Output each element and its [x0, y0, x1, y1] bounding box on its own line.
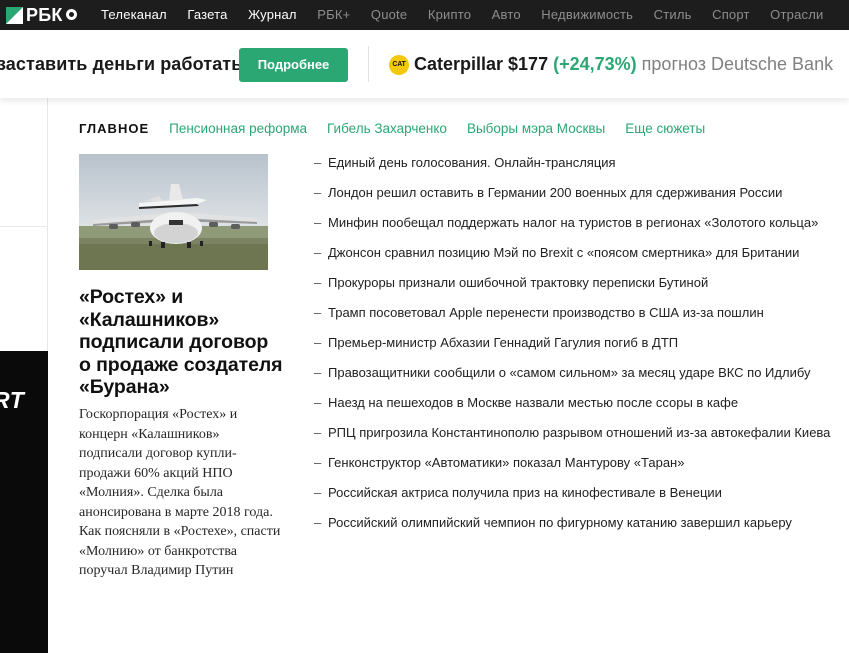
news-list-item[interactable]: – Единый день голосования. Онлайн-трансля…: [314, 153, 834, 173]
lead-story-title[interactable]: «Ростех» и «Калашников» подписали догово…: [79, 286, 284, 399]
list-dash: –: [314, 245, 322, 260]
list-dash: –: [314, 215, 322, 230]
lead-story-photo[interactable]: [79, 154, 268, 270]
logo-text: РБК: [26, 5, 63, 25]
news-list-item[interactable]: – Трамп посоветовал Apple перенести произ…: [314, 303, 834, 323]
news-headline[interactable]: РПЦ пригрозила Константинополю разрывом …: [328, 425, 830, 440]
caterpillar-logo-icon: CAT: [389, 55, 409, 75]
ticker-name: Caterpillar $177: [414, 54, 549, 74]
list-dash: –: [314, 365, 322, 380]
list-dash: –: [314, 395, 322, 410]
list-dash: –: [314, 305, 322, 320]
list-dash: –: [314, 155, 322, 170]
news-list-item[interactable]: – Минфин пообещал поддержать налог на тур…: [314, 213, 834, 233]
list-dash: –: [314, 485, 322, 500]
news-headline[interactable]: Российский олимпийский чемпион по фигурн…: [328, 515, 792, 530]
news-list-item[interactable]: – Прокуроры признали ошибочной трактовку …: [314, 273, 834, 293]
news-list-item[interactable]: – РПЦ пригрозила Константинополю разрывом…: [314, 423, 834, 443]
news-headline[interactable]: Трамп посоветовал Apple перенести произв…: [328, 305, 764, 320]
list-dash: –: [314, 425, 322, 440]
list-dash: –: [314, 455, 322, 470]
banner-divider: [368, 46, 369, 82]
ticker-forecast: прогноз Deutsche Bank: [641, 54, 834, 74]
nav-item[interactable]: Спорт: [712, 0, 750, 30]
news-list-item[interactable]: – Генконструктор «Автоматики» показал Ман…: [314, 453, 834, 473]
left-promo-block[interactable]: RT: [0, 351, 48, 653]
topic-link-pension[interactable]: Пенсионная реформа: [169, 114, 307, 144]
banner-text: заставить деньги работать: [0, 54, 243, 74]
news-headline[interactable]: Премьер-министр Абхазии Геннадий Гагулия…: [328, 335, 678, 350]
news-list-item[interactable]: – Правозащитники сообщили о «самом сильно…: [314, 363, 834, 383]
top-navigation-bar: РБК Телеканал Газета Журнал РБК+ Quote Крипто…: [0, 0, 849, 30]
news-headline[interactable]: Прокуроры признали ошибочной трактовку п…: [328, 275, 708, 290]
news-headline[interactable]: Генконструктор «Автоматики» показал Мант…: [328, 455, 684, 470]
news-list-item[interactable]: – Наезд на пешеходов в Москве назвали мес…: [314, 393, 834, 413]
news-headline[interactable]: Лондон решил оставить в Германии 200 вое…: [328, 185, 782, 200]
ticker-change: (+24,73%): [553, 54, 637, 74]
logo-mark-icon: [6, 6, 23, 24]
details-button[interactable]: Подробнее: [239, 48, 348, 82]
ticker-link[interactable]: Caterpillar $177 (+24,73%) прогноз Deuts…: [414, 30, 833, 98]
list-dash: –: [314, 515, 322, 530]
promo-banner: заставить деньги работать Подробнее CAT …: [0, 30, 849, 98]
topic-link-moscow-election[interactable]: Выборы мэра Москвы: [467, 114, 605, 144]
logo-circle-icon: [65, 8, 77, 20]
list-dash: –: [314, 275, 322, 290]
news-list-item[interactable]: – Российский олимпийский чемпион по фигур…: [314, 513, 834, 533]
nav-item[interactable]: Авто: [492, 0, 521, 30]
nav-item[interactable]: Недвижимость: [541, 0, 633, 30]
news-headline[interactable]: Российская актриса получила приз на кино…: [328, 485, 722, 500]
news-headline[interactable]: Наезд на пешеходов в Москве назвали мест…: [328, 395, 738, 410]
nav-items: Телеканал Газета Журнал РБК+ Quote Крипто Авто…: [101, 0, 844, 30]
topic-link-more[interactable]: Еще сюжеты: [625, 114, 705, 144]
nav-item[interactable]: Журнал: [248, 0, 297, 30]
nav-item[interactable]: Стиль: [654, 0, 692, 30]
nav-item[interactable]: Телеканал: [101, 0, 167, 30]
nav-item[interactable]: Отрасли: [770, 0, 823, 30]
news-headline[interactable]: Джонсон сравнил позицию Мэй по Brexit с …: [328, 245, 799, 260]
rbc-logo[interactable]: РБК: [6, 5, 77, 25]
nav-item[interactable]: Quote: [371, 0, 407, 30]
nav-item[interactable]: Крипто: [428, 0, 471, 30]
left-promo-text: RT: [0, 387, 25, 413]
news-list-item[interactable]: – Премьер-министр Абхазии Геннадий Гагули…: [314, 333, 834, 353]
list-dash: –: [314, 185, 322, 200]
news-headline[interactable]: Правозащитники сообщили о «самом сильном…: [328, 365, 811, 380]
news-list-item[interactable]: – Джонсон сравнил позицию Мэй по Brexit с…: [314, 243, 834, 263]
topic-link-zakharchenko[interactable]: Гибель Захарченко: [327, 114, 447, 144]
news-list-item[interactable]: – Лондон решил оставить в Германии 200 во…: [314, 183, 834, 203]
news-list-item[interactable]: – Российская актриса получила приз на кин…: [314, 483, 834, 503]
news-headline[interactable]: Единый день голосования. Онлайн-трансляц…: [328, 155, 616, 170]
list-dash: –: [314, 335, 322, 350]
nav-item[interactable]: РБК+: [317, 0, 350, 30]
nav-item[interactable]: Газета: [187, 0, 227, 30]
airplane-photo-image: [79, 154, 268, 270]
topics-main-label[interactable]: ГЛАВНОЕ: [79, 114, 149, 144]
news-feed-list: – Единый день голосования. Онлайн-трансля…: [314, 153, 834, 543]
news-headline[interactable]: Минфин пообещал поддержать налог на тури…: [328, 215, 818, 230]
topics-bar: ГЛАВНОЕ Пенсионная реформа Гибель Захарч…: [79, 114, 725, 144]
left-sidebar: RT: [0, 98, 48, 653]
lead-story-summary: Госкорпорация «Ростех» и концерн «Калашн…: [79, 407, 281, 578]
left-divider: [0, 226, 48, 227]
